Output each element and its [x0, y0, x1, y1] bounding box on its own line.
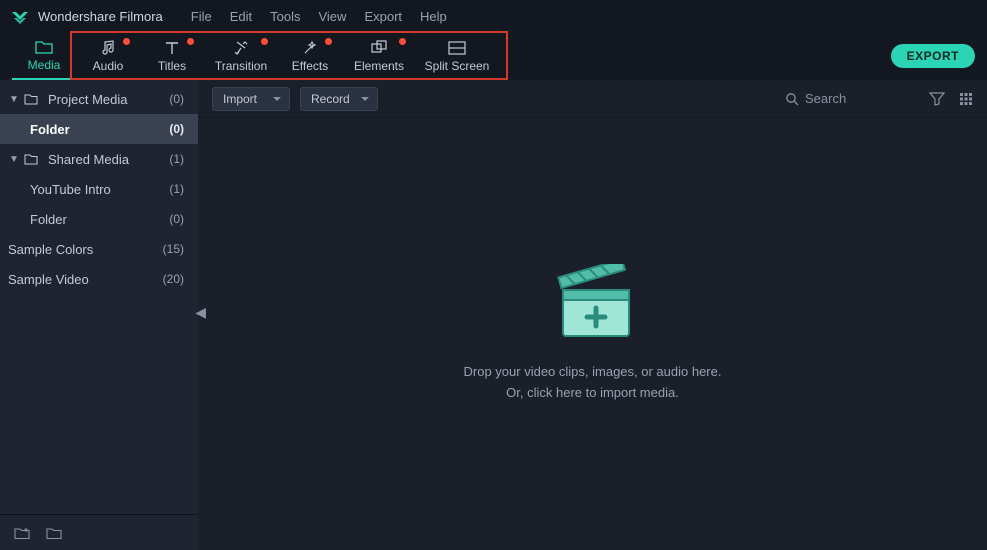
- tab-split-screen[interactable]: Split Screen: [416, 32, 498, 80]
- record-dropdown[interactable]: Record: [300, 87, 378, 111]
- split-screen-icon: [448, 39, 466, 57]
- export-button[interactable]: EXPORT: [891, 44, 975, 68]
- notification-dot-icon: [123, 38, 130, 45]
- tree-label: Folder: [30, 122, 70, 137]
- tree-youtube-intro[interactable]: YouTube Intro (1): [0, 174, 198, 204]
- music-note-icon: [99, 39, 117, 57]
- app-title: Wondershare Filmora: [38, 9, 163, 24]
- tree-count: (20): [163, 272, 184, 286]
- tab-audio[interactable]: Audio: [76, 32, 140, 80]
- tree-count: (1): [169, 182, 184, 196]
- wand-icon: [302, 39, 318, 57]
- tree-count: (1): [169, 152, 184, 166]
- menu-view[interactable]: View: [318, 9, 346, 24]
- menu-edit[interactable]: Edit: [230, 9, 252, 24]
- text-icon: [164, 39, 180, 57]
- search-icon: [785, 92, 799, 106]
- sidebar: ▼ Project Media (0) Folder (0) ▼ Shared …: [0, 80, 198, 550]
- chevron-down-icon: ▼: [8, 94, 20, 105]
- tab-media[interactable]: Media: [12, 32, 76, 80]
- media-panel: Import Record Search: [198, 80, 987, 550]
- tree-label: Shared Media: [48, 152, 129, 167]
- tree-label: Folder: [30, 212, 67, 227]
- media-toolbar: Import Record Search: [198, 80, 987, 118]
- menu-tools[interactable]: Tools: [270, 9, 300, 24]
- tab-titles[interactable]: Titles: [140, 32, 204, 80]
- tree-label: Project Media: [48, 92, 127, 107]
- folder-icon: [24, 93, 40, 105]
- folder-icon: [24, 153, 40, 165]
- sidebar-footer: [0, 514, 198, 550]
- title-bar: Wondershare Filmora File Edit Tools View…: [0, 0, 987, 32]
- main-area: ▼ Project Media (0) Folder (0) ▼ Shared …: [0, 80, 987, 550]
- chevron-down-icon: ▼: [8, 154, 20, 165]
- notification-dot-icon: [187, 38, 194, 45]
- app-logo-icon: [12, 8, 28, 24]
- tree-project-media[interactable]: ▼ Project Media (0): [0, 84, 198, 114]
- tab-elements[interactable]: Elements: [342, 32, 416, 80]
- filter-icon[interactable]: [929, 92, 945, 106]
- tree-count: (0): [169, 212, 184, 226]
- notification-dot-icon: [399, 38, 406, 45]
- folder-icon: [35, 38, 53, 56]
- tree-label: Sample Video: [8, 272, 89, 287]
- tab-bar: Media Audio Titles Transition Effects El…: [0, 32, 987, 80]
- menu-file[interactable]: File: [191, 9, 212, 24]
- tab-effects[interactable]: Effects: [278, 32, 342, 80]
- transition-icon: [233, 39, 249, 57]
- menu-help[interactable]: Help: [420, 9, 447, 24]
- media-tree: ▼ Project Media (0) Folder (0) ▼ Shared …: [0, 80, 198, 514]
- overlap-icon: [370, 39, 388, 57]
- tree-folder[interactable]: Folder (0): [0, 204, 198, 234]
- tree-sample-video[interactable]: Sample Video (20): [0, 264, 198, 294]
- import-dropdown[interactable]: Import: [212, 87, 290, 111]
- tree-count: (0): [169, 92, 184, 106]
- folder-outline-icon[interactable]: [46, 526, 62, 540]
- sidebar-collapse-handle[interactable]: ◀: [195, 304, 206, 321]
- search-input[interactable]: Search: [785, 91, 915, 106]
- tree-count: (0): [169, 122, 184, 136]
- new-folder-icon[interactable]: [14, 526, 30, 540]
- grid-view-icon[interactable]: [959, 92, 973, 106]
- drop-line2: Or, click here to import media.: [464, 383, 722, 404]
- menu-export[interactable]: Export: [364, 9, 402, 24]
- search-placeholder: Search: [805, 91, 846, 106]
- notification-dot-icon: [261, 38, 268, 45]
- tree-shared-media[interactable]: ▼ Shared Media (1): [0, 144, 198, 174]
- tree-label: Sample Colors: [8, 242, 93, 257]
- drop-text: Drop your video clips, images, or audio …: [464, 362, 722, 404]
- tab-transition[interactable]: Transition: [204, 32, 278, 80]
- drop-line1: Drop your video clips, images, or audio …: [464, 362, 722, 383]
- tree-label: YouTube Intro: [30, 182, 111, 197]
- tree-folder-selected[interactable]: Folder (0): [0, 114, 198, 144]
- tree-sample-colors[interactable]: Sample Colors (15): [0, 234, 198, 264]
- clapboard-icon: [547, 264, 639, 346]
- tree-count: (15): [163, 242, 184, 256]
- drop-zone[interactable]: Drop your video clips, images, or audio …: [198, 118, 987, 550]
- notification-dot-icon: [325, 38, 332, 45]
- menu-bar: File Edit Tools View Export Help: [191, 9, 447, 24]
